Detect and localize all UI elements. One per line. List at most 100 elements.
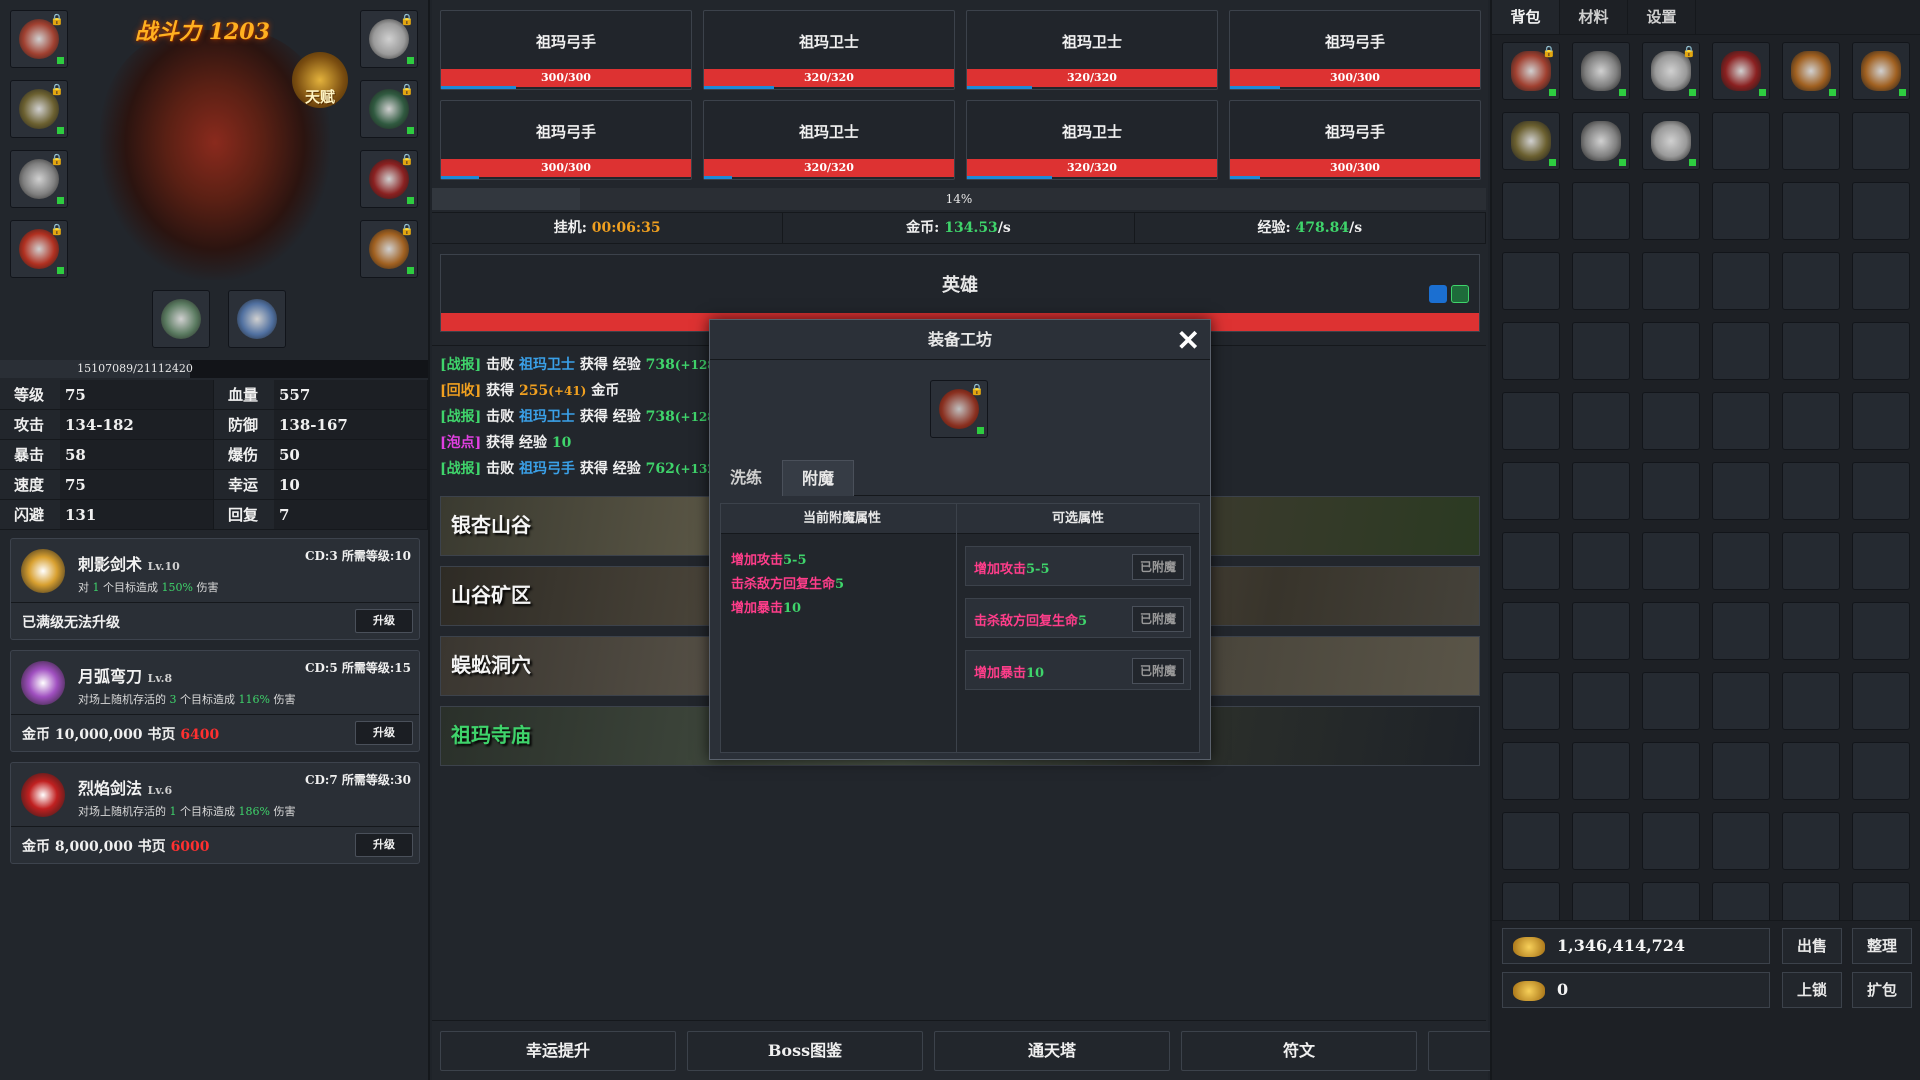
- bag-slot[interactable]: [1852, 812, 1910, 870]
- close-icon[interactable]: ✕: [1177, 324, 1200, 357]
- bag-slot[interactable]: [1572, 672, 1630, 730]
- bag-slot[interactable]: [1712, 42, 1770, 100]
- bag-slot[interactable]: [1852, 252, 1910, 310]
- bag-slot[interactable]: [1712, 742, 1770, 800]
- bag-slot[interactable]: [1782, 322, 1840, 380]
- bag-slot[interactable]: [1642, 532, 1700, 590]
- bag-slot[interactable]: [1572, 252, 1630, 310]
- sky-tower-button[interactable]: 通天塔: [934, 1031, 1170, 1071]
- bag-slot[interactable]: [1572, 42, 1630, 100]
- bag-slot[interactable]: [1642, 812, 1700, 870]
- bag-slot[interactable]: [1502, 462, 1560, 520]
- equipment-slot-horn-amulet[interactable]: 🔒: [360, 80, 418, 138]
- bag-slot[interactable]: [1782, 672, 1840, 730]
- bag-slot[interactable]: [1712, 392, 1770, 450]
- equipment-slot-skull-ring[interactable]: 🔒: [360, 150, 418, 208]
- bag-slot[interactable]: [1712, 462, 1770, 520]
- upgrade-button[interactable]: 升级: [355, 609, 413, 633]
- bag-slot[interactable]: [1852, 462, 1910, 520]
- equipment-slot-gem[interactable]: [228, 290, 286, 348]
- equipment-slot-belt[interactable]: 🔒: [10, 80, 68, 138]
- bag-slot[interactable]: [1572, 322, 1630, 380]
- bag-slot[interactable]: [1782, 252, 1840, 310]
- bag-slot[interactable]: [1502, 392, 1560, 450]
- bag-slot[interactable]: [1572, 532, 1630, 590]
- bag-slot[interactable]: [1572, 112, 1630, 170]
- lock-button[interactable]: 上锁: [1782, 972, 1842, 1008]
- tab-settings[interactable]: 设置: [1628, 0, 1696, 34]
- enchant-button[interactable]: 已附魔: [1132, 658, 1184, 684]
- bag-slot[interactable]: [1502, 812, 1560, 870]
- bag-slot[interactable]: [1852, 392, 1910, 450]
- bag-slot[interactable]: [1642, 112, 1700, 170]
- bag-slot[interactable]: [1852, 672, 1910, 730]
- bag-slot[interactable]: [1572, 602, 1630, 660]
- sell-button[interactable]: 出售: [1782, 928, 1842, 964]
- bag-slot[interactable]: [1572, 392, 1630, 450]
- bag-slot[interactable]: [1642, 182, 1700, 240]
- tab-bag[interactable]: 背包: [1492, 0, 1560, 34]
- enchant-button[interactable]: 已附魔: [1132, 554, 1184, 580]
- bag-slot[interactable]: [1642, 462, 1700, 520]
- bag-slot[interactable]: [1782, 812, 1840, 870]
- bag-slot[interactable]: [1712, 322, 1770, 380]
- bag-slot[interactable]: 🔒: [1642, 42, 1700, 100]
- bag-slot[interactable]: [1852, 112, 1910, 170]
- expand-bag-button[interactable]: 扩包: [1852, 972, 1912, 1008]
- bag-slot[interactable]: [1572, 812, 1630, 870]
- bag-slot[interactable]: [1782, 742, 1840, 800]
- bag-slot[interactable]: [1712, 532, 1770, 590]
- equipment-slot-axe[interactable]: 🔒: [10, 10, 68, 68]
- bag-slot[interactable]: [1852, 42, 1910, 100]
- enemy-card[interactable]: 祖玛弓手300/300: [440, 100, 692, 180]
- enemy-card[interactable]: 祖玛卫士320/320: [966, 100, 1218, 180]
- bag-slot[interactable]: [1852, 532, 1910, 590]
- bag-slot[interactable]: [1502, 532, 1560, 590]
- bag-slot[interactable]: [1782, 532, 1840, 590]
- bag-slot[interactable]: 🔒: [1502, 42, 1560, 100]
- bag-slot[interactable]: [1572, 462, 1630, 520]
- bag-slot[interactable]: [1502, 322, 1560, 380]
- bag-slot[interactable]: [1782, 42, 1840, 100]
- equipment-slot-bracelet[interactable]: 🔒: [10, 150, 68, 208]
- bag-slot[interactable]: [1502, 882, 1560, 920]
- rune-button[interactable]: 符文: [1181, 1031, 1417, 1071]
- equipment-slot-pendant[interactable]: [152, 290, 210, 348]
- bag-slot[interactable]: [1572, 742, 1630, 800]
- bag-slot[interactable]: [1642, 322, 1700, 380]
- enemy-card[interactable]: 祖玛卫士320/320: [703, 100, 955, 180]
- bag-slot[interactable]: [1852, 882, 1910, 920]
- equipment-slot-claw-gauntlet[interactable]: 🔒: [10, 220, 68, 278]
- buff-icon[interactable]: [1429, 285, 1447, 303]
- bag-slot[interactable]: [1782, 182, 1840, 240]
- tab-enchant[interactable]: 附魔: [782, 460, 854, 496]
- bag-slot[interactable]: [1572, 182, 1630, 240]
- bag-slot[interactable]: [1852, 602, 1910, 660]
- bag-slot[interactable]: [1502, 112, 1560, 170]
- bag-slot[interactable]: [1502, 602, 1560, 660]
- tab-refine[interactable]: 洗练: [710, 460, 782, 496]
- enchant-button[interactable]: 已附魔: [1132, 606, 1184, 632]
- bag-slot[interactable]: [1642, 882, 1700, 920]
- bag-slot[interactable]: [1642, 672, 1700, 730]
- bag-slot[interactable]: [1642, 392, 1700, 450]
- enemy-card[interactable]: 祖玛卫士320/320: [966, 10, 1218, 90]
- enemy-card[interactable]: 祖玛弓手300/300: [1229, 10, 1481, 90]
- boss-codex-button[interactable]: Boss图鉴: [687, 1031, 923, 1071]
- bag-slot[interactable]: [1782, 462, 1840, 520]
- bag-slot[interactable]: [1642, 742, 1700, 800]
- bag-slot[interactable]: [1782, 882, 1840, 920]
- bag-slot[interactable]: [1852, 182, 1910, 240]
- bag-slot[interactable]: [1782, 392, 1840, 450]
- bag-slot[interactable]: [1712, 252, 1770, 310]
- equipment-slot-helmet[interactable]: 🔒: [360, 10, 418, 68]
- bag-slot[interactable]: [1502, 182, 1560, 240]
- bag-slot[interactable]: [1712, 112, 1770, 170]
- bag-slot[interactable]: [1572, 882, 1630, 920]
- bag-slot[interactable]: [1642, 602, 1700, 660]
- bag-slot[interactable]: [1782, 112, 1840, 170]
- bag-slot[interactable]: [1502, 742, 1560, 800]
- enemy-card[interactable]: 祖玛卫士320/320: [703, 10, 955, 90]
- talent-badge[interactable]: 天赋: [292, 52, 348, 108]
- bag-slot[interactable]: [1712, 672, 1770, 730]
